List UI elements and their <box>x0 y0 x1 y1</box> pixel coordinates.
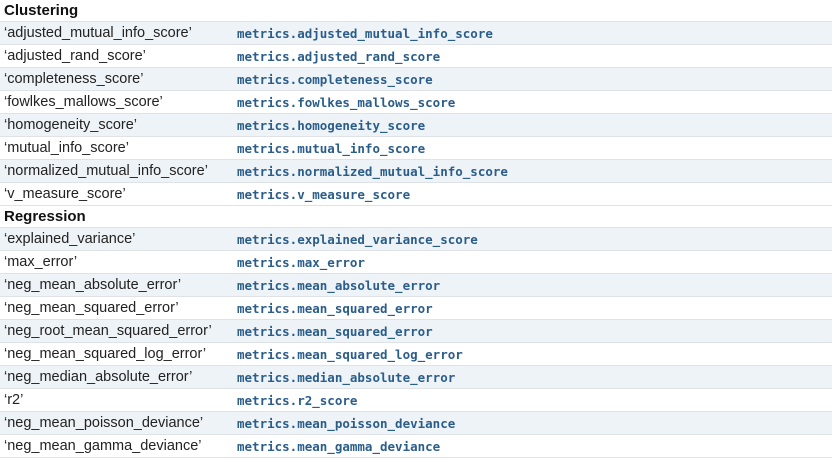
table-row: ‘r2’ metrics.r2_score <box>0 389 832 412</box>
function-link[interactable]: metrics.mean_poisson_deviance <box>233 416 455 431</box>
scoring-name: ‘adjusted_mutual_info_score’ <box>4 25 192 41</box>
table-row: ‘completeness_score’ metrics.completenes… <box>0 68 832 91</box>
table-row: ‘neg_mean_absolute_error’ metrics.mean_a… <box>0 274 832 297</box>
table-row: ‘neg_mean_poisson_deviance’ metrics.mean… <box>0 412 832 435</box>
table-row: ‘neg_mean_gamma_deviance’ metrics.mean_g… <box>0 435 832 458</box>
function-link[interactable]: metrics.mean_squared_error <box>233 324 433 339</box>
table-row: ‘adjusted_mutual_info_score’ metrics.adj… <box>0 22 832 45</box>
section-title: Regression <box>4 208 86 225</box>
table-row: ‘homogeneity_score’ metrics.homogeneity_… <box>0 114 832 137</box>
function-link[interactable]: metrics.mean_squared_log_error <box>233 347 463 362</box>
table-row: ‘neg_mean_squared_error’ metrics.mean_sq… <box>0 297 832 320</box>
function-link[interactable]: metrics.mean_absolute_error <box>233 278 440 293</box>
table-row: ‘max_error’ metrics.max_error <box>0 251 832 274</box>
section-title: Clustering <box>4 2 79 19</box>
scoring-name: ‘normalized_mutual_info_score’ <box>4 163 208 179</box>
table-row: ‘mutual_info_score’ metrics.mutual_info_… <box>0 137 832 160</box>
table-row: ‘neg_root_mean_squared_error’ metrics.me… <box>0 320 832 343</box>
scoring-name: ‘neg_mean_gamma_deviance’ <box>4 438 202 454</box>
table-row: ‘neg_median_absolute_error’ metrics.medi… <box>0 366 832 389</box>
table-row: ‘normalized_mutual_info_score’ metrics.n… <box>0 160 832 183</box>
table-row: ‘fowlkes_mallows_score’ metrics.fowlkes_… <box>0 91 832 114</box>
scoring-name: ‘v_measure_score’ <box>4 186 126 202</box>
table-row: ‘explained_variance’ metrics.explained_v… <box>0 228 832 251</box>
function-link[interactable]: metrics.mean_squared_error <box>233 301 433 316</box>
table-row: ‘adjusted_rand_score’ metrics.adjusted_r… <box>0 45 832 68</box>
function-link[interactable]: metrics.adjusted_mutual_info_score <box>233 26 493 41</box>
scoring-name: ‘explained_variance’ <box>4 231 136 247</box>
function-link[interactable]: metrics.max_error <box>233 255 365 270</box>
function-link[interactable]: metrics.normalized_mutual_info_score <box>233 164 508 179</box>
function-link[interactable]: metrics.r2_score <box>233 393 357 408</box>
scoring-name: ‘neg_mean_poisson_deviance’ <box>4 415 204 431</box>
function-link[interactable]: metrics.mutual_info_score <box>233 141 425 156</box>
function-link[interactable]: metrics.adjusted_rand_score <box>233 49 440 64</box>
function-link[interactable]: metrics.homogeneity_score <box>233 118 425 133</box>
function-link[interactable]: metrics.median_absolute_error <box>233 370 455 385</box>
scoring-name: ‘max_error’ <box>4 254 78 270</box>
scoring-name: ‘adjusted_rand_score’ <box>4 48 146 64</box>
scoring-name: ‘mutual_info_score’ <box>4 140 129 156</box>
table-row: ‘v_measure_score’ metrics.v_measure_scor… <box>0 183 832 206</box>
scoring-name: ‘homogeneity_score’ <box>4 117 137 133</box>
function-link[interactable]: metrics.v_measure_score <box>233 187 410 202</box>
scoring-name: ‘completeness_score’ <box>4 71 144 87</box>
scoring-name: ‘neg_median_absolute_error’ <box>4 369 193 385</box>
scoring-table: Clustering ‘adjusted_mutual_info_score’ … <box>0 0 832 458</box>
section-header-regression: Regression <box>0 206 832 228</box>
scoring-name: ‘r2’ <box>4 392 24 408</box>
table-row: ‘neg_mean_squared_log_error’ metrics.mea… <box>0 343 832 366</box>
scoring-name: ‘neg_root_mean_squared_error’ <box>4 323 212 339</box>
scoring-name: ‘neg_mean_squared_error’ <box>4 300 179 316</box>
scoring-name: ‘neg_mean_absolute_error’ <box>4 277 182 293</box>
function-link[interactable]: metrics.completeness_score <box>233 72 433 87</box>
function-link[interactable]: metrics.mean_gamma_deviance <box>233 439 440 454</box>
section-header-clustering: Clustering <box>0 0 832 22</box>
scoring-name: ‘fowlkes_mallows_score’ <box>4 94 163 110</box>
scoring-name: ‘neg_mean_squared_log_error’ <box>4 346 207 362</box>
function-link[interactable]: metrics.fowlkes_mallows_score <box>233 95 455 110</box>
function-link[interactable]: metrics.explained_variance_score <box>233 232 478 247</box>
